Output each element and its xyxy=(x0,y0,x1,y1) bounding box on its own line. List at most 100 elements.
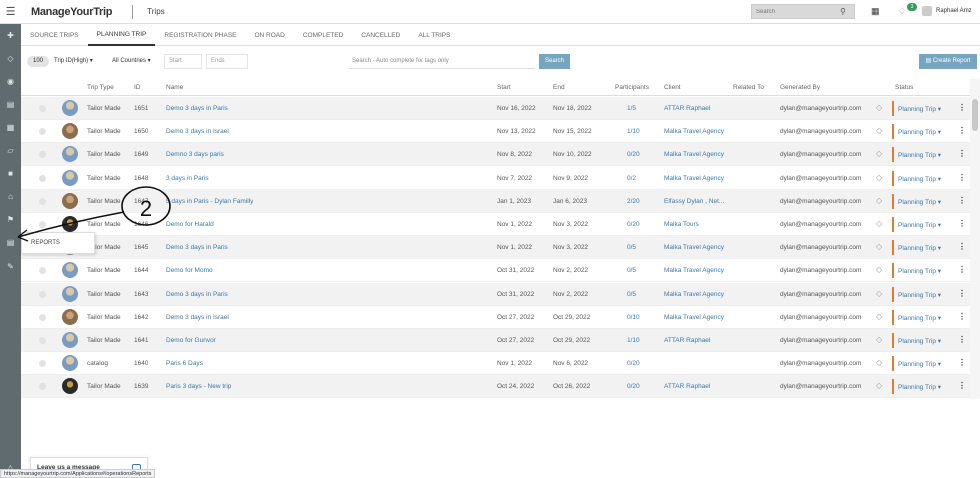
cell-client[interactable]: ATTAR Raphael xyxy=(664,105,710,112)
page-size-select[interactable]: 100 xyxy=(27,56,49,67)
scrollbar[interactable] xyxy=(970,79,980,399)
status-dropdown[interactable]: Planning Trip ▾ xyxy=(898,175,941,183)
cell-client[interactable]: Malka Travel Agency xyxy=(664,267,724,274)
cell-trip-name[interactable]: Demno 3 days paris xyxy=(166,151,224,158)
cell-trip-name[interactable]: Paris 3 days - New trip xyxy=(166,383,231,390)
tag-icon[interactable]: ◇ xyxy=(876,312,882,321)
row-menu-icon[interactable]: ⋮ xyxy=(958,358,966,367)
col-client[interactable]: Client xyxy=(664,84,681,91)
table-row[interactable]: catalog 1640 Paris 6 Days Nov 1, 2022 Nov 6,… xyxy=(21,352,970,376)
calendar-icon[interactable]: ▦ xyxy=(0,118,21,136)
tag-icon[interactable]: ◇ xyxy=(876,196,882,205)
row-menu-icon[interactable]: ⋮ xyxy=(958,335,966,344)
cell-trip-name[interactable]: Paris 6 Days xyxy=(166,360,203,367)
tag-icon[interactable]: ◇ xyxy=(876,289,882,298)
box-icon[interactable]: ▱ xyxy=(0,141,21,159)
table-row[interactable]: Tailor Made 1651 Demo 3 days in Paris Nov 1… xyxy=(21,97,970,120)
status-dropdown[interactable]: Planning Trip ▾ xyxy=(898,383,941,391)
cell-trip-name[interactable]: Demo 3 days in Paris xyxy=(166,291,228,298)
row-select-checkbox[interactable] xyxy=(39,337,46,344)
cell-trip-name[interactable]: Demo 3 days in Paris xyxy=(166,244,228,251)
cell-trip-name[interactable]: 5 days in Paris - Dylan Familly xyxy=(166,198,253,205)
status-dropdown[interactable]: Planning Trip ▾ xyxy=(898,337,941,345)
tag-icon[interactable]: ◇ xyxy=(876,265,882,274)
cell-client[interactable]: ATTAR Raphael xyxy=(664,337,710,344)
row-select-checkbox[interactable] xyxy=(39,267,46,275)
tag-icon[interactable]: ◇ xyxy=(876,242,882,251)
countries-select[interactable]: All Countries ▾ xyxy=(112,55,151,68)
status-dropdown[interactable]: Planning Trip ▾ xyxy=(898,221,941,229)
row-menu-icon[interactable]: ⋮ xyxy=(958,381,966,390)
row-menu-icon[interactable]: ⋮ xyxy=(958,196,966,205)
col-end[interactable]: End xyxy=(553,84,565,91)
tab-planning-trip[interactable]: PLANNING TRIP xyxy=(87,24,156,46)
flag-icon[interactable]: ⚑ xyxy=(0,210,21,228)
tab-completed[interactable]: COMPLETED xyxy=(294,24,352,46)
table-row[interactable]: Tailor Made 1646 Demo for Harald Nov 1, 202… xyxy=(21,213,970,236)
col-related-to[interactable]: Related To xyxy=(733,84,764,91)
cell-client[interactable]: Malka Travel Agency xyxy=(664,291,724,298)
table-row[interactable]: Tailor Made 1644 Demo for Momo Oct 31, 2022… xyxy=(21,259,970,283)
cell-client[interactable]: Malka Travel Agency xyxy=(664,314,724,321)
logo[interactable]: ManageYourTrip xyxy=(31,6,112,18)
cell-participants[interactable]: 0/5 xyxy=(627,244,636,251)
row-menu-icon[interactable]: ⋮ xyxy=(958,312,966,321)
cell-client[interactable]: Malka Travel Agency xyxy=(664,244,724,251)
col-id[interactable]: ID xyxy=(134,84,141,91)
cell-trip-name[interactable]: Demo 3 days in Israel xyxy=(166,314,229,321)
apps-grid-icon[interactable]: ▦ xyxy=(871,6,880,17)
global-search[interactable]: ⚲ xyxy=(751,4,855,19)
cell-participants[interactable]: 0/20 xyxy=(627,221,640,228)
user-name[interactable]: Raphael Amz xyxy=(936,8,972,14)
tab-source-trips[interactable]: SOURCE TRIPS xyxy=(21,24,88,46)
cell-participants[interactable]: 0/20 xyxy=(627,360,640,367)
row-select-checkbox[interactable] xyxy=(39,383,46,391)
status-dropdown[interactable]: Planning Trip ▾ xyxy=(898,198,941,206)
tab-cancelled[interactable]: CANCELLED xyxy=(352,24,409,46)
row-select-checkbox[interactable] xyxy=(39,128,46,136)
tag-icon[interactable]: ◇ xyxy=(876,126,882,135)
row-select-checkbox[interactable] xyxy=(39,360,46,368)
table-row[interactable]: Tailor Made 1643 Demo 3 days in Paris Oct 3… xyxy=(21,282,970,306)
tag-icon[interactable]: ◇ xyxy=(0,49,21,67)
cell-client[interactable]: ATTAR Raphael xyxy=(664,383,710,390)
cell-participants[interactable]: 2/20 xyxy=(627,198,640,205)
cell-participants[interactable]: 0/5 xyxy=(627,291,636,298)
row-menu-icon[interactable]: ⋮ xyxy=(958,265,966,274)
row-menu-icon[interactable]: ⋮ xyxy=(958,173,966,182)
tools-icon[interactable]: ✎ xyxy=(0,257,21,275)
building-icon[interactable]: ■ xyxy=(0,164,21,182)
cell-client[interactable]: Elfassy Dylan , Net... xyxy=(664,198,724,205)
cell-participants[interactable]: 0/10 xyxy=(627,314,640,321)
table-row[interactable]: Tailor Made 1647 5 days in Paris - Dylan F… xyxy=(21,189,970,213)
tag-icon[interactable]: ◇ xyxy=(876,103,882,112)
row-select-checkbox[interactable] xyxy=(39,197,46,205)
tag-icon[interactable]: ◇ xyxy=(876,149,882,158)
scrollbar-thumb[interactable] xyxy=(972,99,978,131)
global-search-input[interactable] xyxy=(752,5,840,18)
table-row[interactable]: Tailor Made 1649 Demno 3 days paris Nov 8, … xyxy=(21,143,970,167)
cell-participants[interactable]: 0/2 xyxy=(627,175,636,182)
cell-participants[interactable]: 1/5 xyxy=(627,105,636,112)
row-menu-icon[interactable]: ⋮ xyxy=(958,219,966,228)
status-dropdown[interactable]: Planning Trip ▾ xyxy=(898,128,941,136)
cell-client[interactable]: Malka Travel Agency xyxy=(664,151,724,158)
reports-tooltip[interactable]: REPORTS xyxy=(21,232,95,254)
row-menu-icon[interactable]: ⋮ xyxy=(958,149,966,158)
row-menu-icon[interactable]: ⋮ xyxy=(958,126,966,135)
tab-registration-phase[interactable]: REGISTRATION PHASE xyxy=(155,24,245,46)
cell-client[interactable]: Malka Travel Agency xyxy=(664,175,724,182)
tag-icon[interactable]: ◇ xyxy=(876,335,882,344)
col-status[interactable]: Status xyxy=(895,84,913,91)
tab-on-road[interactable]: ON ROAD xyxy=(246,24,294,46)
reports-icon[interactable]: ▤ xyxy=(0,233,21,251)
cell-participants[interactable]: 1/10 xyxy=(627,337,640,344)
row-menu-icon[interactable]: ⋮ xyxy=(958,289,966,298)
table-row[interactable]: Tailor Made 1645 Demo 3 days in Paris Nov 1… xyxy=(21,236,970,260)
table-row[interactable]: Tailor Made 1648 3 days in Paris Nov 7, 202… xyxy=(21,167,970,190)
row-menu-icon[interactable]: ⋮ xyxy=(958,103,966,112)
tab-all-trips[interactable]: ALL TRIPS xyxy=(409,24,459,46)
search-button[interactable]: Search xyxy=(539,54,570,69)
tag-icon[interactable]: ◇ xyxy=(876,219,882,228)
globe-icon[interactable]: ◉ xyxy=(0,72,21,90)
